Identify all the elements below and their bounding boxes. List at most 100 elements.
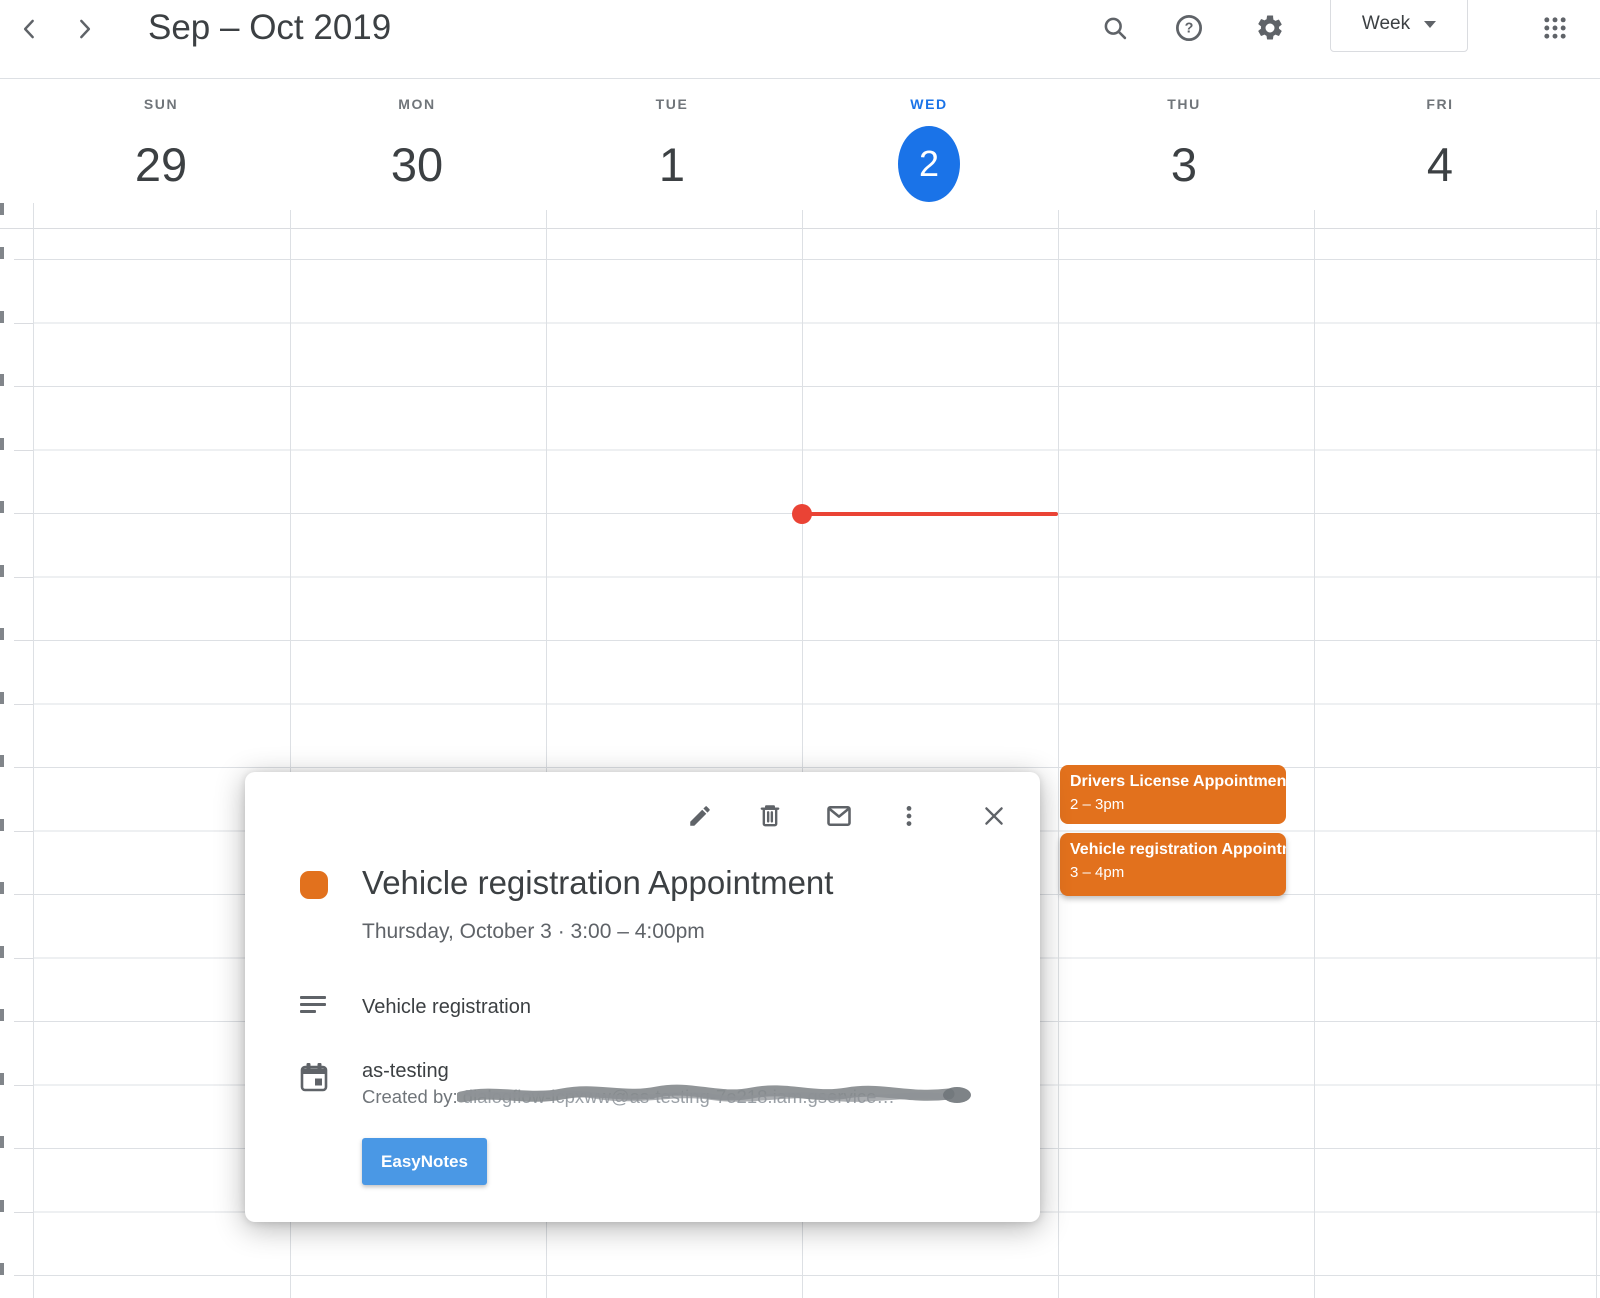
apps-grid-icon [1541,14,1569,45]
previous-period-button[interactable] [8,8,52,52]
search-button[interactable] [1092,6,1138,52]
more-options-button[interactable] [894,802,924,832]
chevron-down-icon [1424,21,1436,28]
day-header-tue: TUE 1 [592,96,752,202]
next-period-button[interactable] [62,8,106,52]
day-number[interactable]: 3 [1153,126,1215,202]
hour-tick [14,767,33,768]
hour-tick [14,450,33,451]
trash-icon [757,803,783,832]
calendar-icon [298,1060,330,1099]
day-header-mon: MON 30 [337,96,497,202]
event-chip-vehicle-registration[interactable]: Vehicle registration Appointment 3 – 4pm [1060,833,1286,896]
day-number[interactable]: 4 [1409,126,1471,202]
column-line [1314,210,1315,1298]
edit-event-button[interactable] [685,802,715,832]
hour-tick [14,1212,33,1213]
created-by-value-obscured: dialogflow-icpxww@as-testing-7e218.iam.g… [463,1086,895,1107]
today-circle[interactable]: 2 [898,126,960,202]
time-label-fragment [0,946,4,958]
view-selector-label: Week [1362,13,1410,35]
google-apps-button[interactable] [1532,6,1578,52]
gmt-label-fragment [0,203,4,215]
hour-tick [14,1148,33,1149]
day-name: THU [1104,96,1264,112]
event-details-popup: Vehicle registration Appointment Thursda… [245,772,1040,1222]
day-number[interactable]: 29 [130,126,192,202]
day-number[interactable]: 30 [386,126,448,202]
chevron-right-icon [71,16,97,45]
time-label-fragment [0,438,4,450]
help-icon: ? [1174,13,1204,46]
time-label-fragment [0,374,4,386]
time-axis-line [33,203,34,1298]
grid-top-border [0,228,1600,229]
day-header-wed-today: WED 2 [849,96,1009,202]
current-time-dot [792,504,812,524]
hour-tick [14,1021,33,1022]
day-header-fri: FRI 4 [1360,96,1520,202]
event-color-swatch [300,871,328,899]
day-header-thu: THU 3 [1104,96,1264,202]
day-name: FRI [1360,96,1520,112]
event-chip-drivers-license[interactable]: Drivers License Appointment 2 – 3pm [1060,765,1286,824]
close-popup-button[interactable] [979,802,1009,832]
time-label-fragment [0,1200,4,1212]
settings-button[interactable] [1247,6,1293,52]
hour-tick [14,831,33,832]
event-title: Drivers License Appointment [1070,771,1276,793]
hour-tick [14,513,33,514]
day-name: WED [849,96,1009,112]
email-guests-button[interactable] [824,802,854,832]
column-line [1596,210,1597,1298]
view-selector[interactable]: Week [1330,0,1468,52]
time-label-fragment [0,819,4,831]
time-label-fragment [0,565,4,577]
popup-event-title: Vehicle registration Appointment [362,864,833,902]
hour-tick [14,894,33,895]
hour-tick [14,259,33,260]
hour-tick [14,1275,33,1276]
time-label-fragment [0,692,4,704]
hour-tick [14,323,33,324]
search-icon [1101,14,1129,45]
popup-created-by: Created by: dialogflow-icpxww@as-testing… [362,1086,895,1108]
close-icon [981,803,1007,832]
hour-tick [14,958,33,959]
time-label-fragment [0,755,4,767]
kebab-menu-icon [896,803,922,832]
day-name: SUN [81,96,241,112]
chevron-left-icon [17,16,43,45]
day-name: TUE [592,96,752,112]
hour-tick [14,640,33,641]
time-label-fragment [0,1009,4,1021]
hour-tick [14,704,33,705]
day-number[interactable]: 1 [641,126,703,202]
time-label-fragment [0,311,4,323]
hour-tick [14,386,33,387]
time-label-fragment [0,247,4,259]
popup-calendar-name: as-testing [362,1060,449,1083]
created-by-label: Created by: [362,1086,463,1107]
time-label-fragment [0,1263,4,1275]
delete-event-button[interactable] [755,802,785,832]
hour-tick [14,577,33,578]
popup-event-description: Vehicle registration [362,996,531,1019]
envelope-icon [825,802,853,833]
time-label-fragment [0,628,4,640]
popup-event-datetime: Thursday, October 3 · 3:00 – 4:00pm [362,920,705,944]
top-app-bar: Sep – Oct 2019 ? Week [0,0,1600,79]
easynotes-button[interactable]: EasyNotes [362,1138,487,1185]
svg-text:?: ? [1185,20,1194,36]
time-label-fragment [0,882,4,894]
event-time: 2 – 3pm [1070,793,1276,816]
description-lines-icon [300,996,326,1017]
time-label-fragment [0,1136,4,1148]
event-title: Vehicle registration Appointment [1070,839,1276,861]
day-header-sun: SUN 29 [81,96,241,202]
event-time: 3 – 4pm [1070,861,1276,884]
help-button[interactable]: ? [1166,6,1212,52]
page-title: Sep – Oct 2019 [148,0,391,56]
time-label-fragment [0,1073,4,1085]
column-line [1058,210,1059,1298]
